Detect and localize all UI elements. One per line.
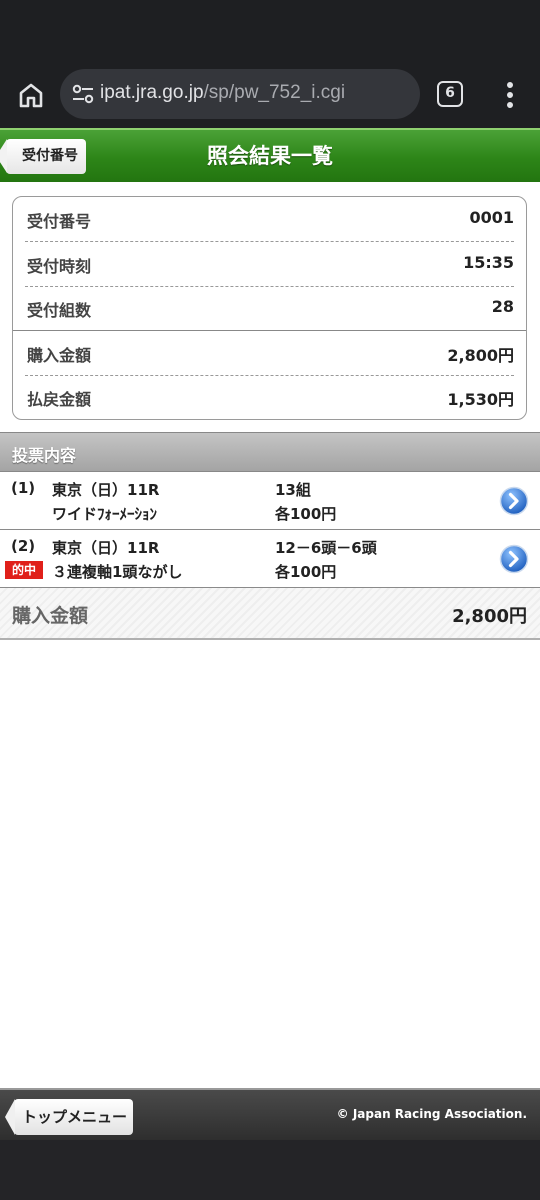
receipt-time-label: 受付時刻 bbox=[27, 257, 92, 276]
bet-type: ワイドﾌｫｰﾒｰｼｮﾝ bbox=[52, 505, 158, 523]
bet-combination: 13組 bbox=[275, 481, 311, 499]
chevron-right-icon[interactable] bbox=[499, 544, 529, 574]
combo-count-value: 28 bbox=[491, 297, 514, 316]
bet-unit-amount: 各100円 bbox=[275, 563, 337, 581]
receipt-time-row: 受付時刻 15:35 bbox=[25, 242, 514, 286]
footer: トップメニュー © Japan Racing Association. bbox=[0, 1088, 540, 1140]
bet-row[interactable]: (2) 的中 東京（日）11R ３連複軸1頭ながし 12－6頭－6頭 各100円 bbox=[0, 530, 540, 588]
combo-count-row: 受付組数 28 bbox=[25, 286, 514, 330]
purchase-amount-row: 購入金額 2,800円 bbox=[25, 331, 514, 375]
receipt-time-value: 15:35 bbox=[463, 253, 514, 272]
url-text[interactable]: ipat.jra.go.jp/sp/pw_752_i.cgi bbox=[100, 82, 345, 104]
bet-number: (2) bbox=[11, 537, 36, 555]
receipt-number-value: 0001 bbox=[469, 208, 514, 227]
status-bar bbox=[0, 0, 540, 62]
payout-amount-label: 払戻金額 bbox=[27, 390, 92, 409]
bet-race: 東京（日）11R bbox=[52, 481, 160, 499]
copyright: © Japan Racing Association. bbox=[336, 1107, 527, 1121]
more-vert-icon[interactable] bbox=[500, 80, 520, 110]
total-label: 購入金額 bbox=[12, 605, 89, 627]
bet-section-title: 投票内容 bbox=[12, 446, 77, 465]
system-navigation-bar bbox=[0, 1140, 540, 1200]
bet-row[interactable]: (1) 東京（日）11R ワイドﾌｫｰﾒｰｼｮﾝ 13組 各100円 bbox=[0, 472, 540, 530]
bet-section-header: 投票内容 bbox=[0, 432, 540, 472]
browser-toolbar: ipat.jra.go.jp/sp/pw_752_i.cgi 6 bbox=[0, 62, 540, 128]
bet-unit-amount: 各100円 bbox=[275, 505, 337, 523]
payout-amount-value: 1,530円 bbox=[447, 390, 514, 409]
bet-race: 東京（日）11R bbox=[52, 539, 160, 557]
payout-amount-row: 払戻金額 1,530円 bbox=[25, 375, 514, 419]
site-settings-icon[interactable] bbox=[70, 82, 96, 106]
home-icon[interactable] bbox=[14, 78, 48, 112]
purchase-amount-value: 2,800円 bbox=[447, 346, 514, 365]
page-header: 照会結果一覧 受付番号 bbox=[0, 128, 540, 182]
bet-number: (1) bbox=[11, 479, 36, 497]
bet-type: ３連複軸1頭ながし bbox=[52, 563, 183, 581]
back-button[interactable]: 受付番号 bbox=[0, 139, 86, 174]
top-menu-button[interactable]: トップメニュー bbox=[4, 1099, 134, 1135]
chevron-right-icon[interactable] bbox=[499, 486, 529, 516]
address-bar[interactable]: ipat.jra.go.jp/sp/pw_752_i.cgi bbox=[60, 69, 420, 119]
total-value: 2,800円 bbox=[452, 606, 527, 627]
receipt-number-label: 受付番号 bbox=[27, 212, 92, 231]
bet-combination: 12－6頭－6頭 bbox=[275, 539, 377, 557]
summary-box: 受付番号 0001 受付時刻 15:35 受付組数 28 購入金額 2,800円… bbox=[12, 196, 527, 420]
hit-badge: 的中 bbox=[5, 561, 43, 579]
receipt-number-row: 受付番号 0001 bbox=[25, 197, 514, 241]
tabs-icon[interactable]: 6 bbox=[437, 81, 463, 107]
url-domain: ipat.jra.go.jp bbox=[100, 82, 204, 103]
total-row: 購入金額 2,800円 bbox=[0, 588, 540, 640]
purchase-amount-label: 購入金額 bbox=[27, 346, 92, 365]
combo-count-label: 受付組数 bbox=[27, 301, 92, 320]
url-path: /sp/pw_752_i.cgi bbox=[203, 82, 346, 103]
